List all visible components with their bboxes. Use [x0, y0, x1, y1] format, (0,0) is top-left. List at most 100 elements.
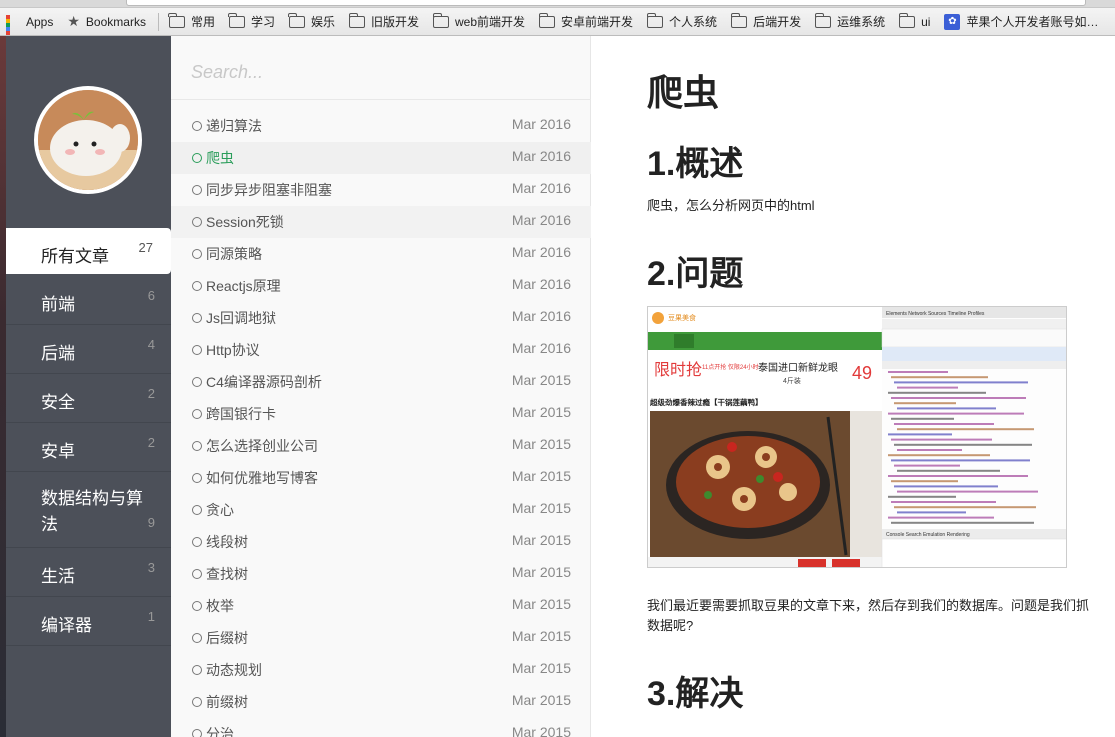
article-date: Mar 2015 [511, 564, 571, 580]
article-date: Mar 2016 [511, 340, 571, 356]
article-item[interactable]: 同源策略 Mar 2016 [171, 238, 591, 270]
code-line [897, 407, 996, 410]
article-item[interactable]: 后缀树 Mar 2015 [171, 622, 591, 654]
article-item[interactable]: 递归算法 Mar 2016 [171, 110, 591, 142]
article-item[interactable]: 线段树 Mar 2015 [171, 526, 591, 558]
circle-icon [192, 665, 202, 675]
problem-text-line-1: 我们最近要需要抓取豆果的文章下来，然后存到我们的数据库。问题是我们抓 [647, 598, 1090, 613]
category-label: 编译器 [41, 616, 92, 635]
article-item[interactable]: 前缀树 Mar 2015 [171, 686, 591, 718]
bookmark-6[interactable]: web前端开发 [427, 11, 533, 33]
article-date: Mar 2016 [511, 308, 571, 324]
article-item[interactable]: 爬虫 Mar 2016 [171, 142, 591, 174]
section-heading-solution: 3.解决 [647, 675, 744, 713]
folder-icon [432, 12, 450, 28]
bookmark-1[interactable]: ★ Bookmarks [61, 11, 154, 33]
code-line [894, 506, 1036, 509]
category-sidebar: 所有文章 27 前端 6 后端 4 安全 2 安卓 2 数据结构与算法 9 生活 3 编译器 1 [6, 36, 171, 737]
article-item[interactable]: Js回调地狱 Mar 2016 [171, 302, 591, 334]
category-label: 所有文章 [41, 247, 109, 266]
devtools-console-tabs: Console Search Emulation Rendering [886, 532, 970, 538]
search-input[interactable] [191, 60, 571, 84]
code-line [891, 376, 988, 379]
star-icon: ★ [67, 13, 80, 29]
bookmark-label: 个人系统 [669, 15, 718, 29]
circle-icon [192, 153, 202, 163]
article-title: 线段树 [206, 534, 248, 550]
article-title: 枚举 [206, 598, 234, 614]
overview-text: 爬虫，怎么分析网页中的html [647, 198, 815, 213]
category-item[interactable]: 生活 3 [6, 548, 171, 597]
category-item[interactable]: 安卓 2 [6, 423, 171, 472]
bookmark-0[interactable]: Apps [0, 11, 61, 35]
bookmark-label: 学习 [250, 15, 275, 29]
category-item[interactable]: 编译器 1 [6, 597, 171, 646]
bookmark-2[interactable]: 常用 [163, 11, 223, 33]
circle-icon [192, 505, 202, 515]
embedded-screenshot: 豆果美食 限时抢 11点开抢 仅限24小时 泰国进口新鲜龙眼 4斤装 49 超级… [647, 306, 1067, 568]
article-item[interactable]: 动态规划 Mar 2015 [171, 654, 591, 686]
article-title: 同步异步阻塞非阻塞 [206, 182, 332, 198]
code-line [891, 397, 1026, 399]
article-item[interactable]: Reactjs原理 Mar 2016 [171, 270, 591, 302]
code-line [897, 490, 1038, 493]
code-line [891, 438, 992, 441]
bookmark-5[interactable]: 旧版开发 [343, 11, 427, 33]
folder-icon [348, 12, 365, 28]
article-title: 贪心 [206, 502, 234, 518]
code-line [894, 381, 1028, 384]
bookmark-3[interactable]: 学习 [223, 11, 283, 33]
category-item[interactable]: 前端 6 [6, 276, 171, 325]
bookmark-7[interactable]: 安卓前端开发 [533, 11, 641, 33]
bookmark-8[interactable]: 个人系统 [641, 11, 725, 33]
article-item[interactable]: Http协议 Mar 2016 [171, 334, 591, 366]
code-line [894, 464, 960, 467]
folder-icon [898, 12, 916, 28]
category-count: 4 [147, 337, 155, 352]
category-count: 9 [147, 515, 155, 530]
article-item[interactable]: 贪心 Mar 2015 [171, 494, 591, 526]
bookmark-label: 安卓前端开发 [561, 15, 634, 29]
category-item[interactable]: 数据结构与算法 9 [6, 472, 171, 548]
circle-icon [192, 249, 202, 259]
category-item[interactable]: 后端 4 [6, 325, 171, 374]
article-item[interactable]: 怎么选择创业公司 Mar 2015 [171, 430, 591, 462]
bookmark-4[interactable]: 娱乐 [283, 11, 343, 33]
article-item[interactable]: 同步异步阻塞非阻塞 Mar 2016 [171, 174, 591, 206]
circle-icon [192, 409, 202, 419]
devtools-tabs: Elements Network Sources Timeline Profil… [886, 311, 985, 317]
article-title: Reactjs原理 [206, 278, 281, 294]
circle-icon [192, 377, 202, 387]
article-title: 跨国银行卡 [206, 406, 276, 422]
article-item[interactable]: 查找树 Mar 2015 [171, 558, 591, 590]
article-title: 动态规划 [206, 662, 262, 678]
address-bar[interactable] [126, 0, 1086, 6]
article-item[interactable]: 如何优雅地写博客 Mar 2015 [171, 462, 591, 494]
promo-label: 限时抢 [654, 361, 702, 379]
article-date: Mar 2015 [511, 500, 571, 516]
article-item[interactable]: C4编译器源码剖析 Mar 2015 [171, 366, 591, 398]
category-item[interactable]: 安全 2 [6, 374, 171, 423]
bookmark-9[interactable]: 后端开发 [725, 11, 809, 33]
avatar[interactable] [34, 86, 142, 194]
article-list-pane: 递归算法Mar 2016爬虫Mar 2016同步异步阻塞非阻塞Mar 2016S… [171, 36, 591, 737]
bookmark-11[interactable]: ui [893, 11, 938, 33]
bookmark-label: ui [921, 14, 931, 29]
article-content: 爬虫 1.概述 爬虫，怎么分析网页中的html 2.问题 豆果美食 限时抢 11… [592, 36, 1115, 737]
article-date: Mar 2015 [511, 468, 571, 484]
site-name: 豆果美食 [668, 313, 696, 322]
article-item[interactable]: 跨国银行卡 Mar 2015 [171, 398, 591, 430]
article-item[interactable]: 枚举 Mar 2015 [171, 590, 591, 622]
category-item[interactable]: 所有文章 27 [6, 228, 171, 274]
bookmark-10[interactable]: 运维系统 [809, 11, 893, 33]
circle-icon [192, 569, 202, 579]
category-count: 6 [147, 288, 155, 303]
bookmark-12[interactable]: ✿ 苹果个人开发者账号如… [938, 11, 1106, 33]
article-item[interactable]: 分治 Mar 2015 [171, 718, 591, 737]
article-item[interactable]: Session死锁 Mar 2016 [171, 206, 591, 238]
article-title: 如何优雅地写博客 [206, 470, 318, 486]
circle-icon [192, 185, 202, 195]
promo-item: 泰国进口新鲜龙眼 [758, 361, 838, 374]
dish-title: 超级劲爆香辣过瘾【干锅莲藕鸭】 [649, 397, 763, 407]
bookmark-label: Bookmarks [85, 14, 146, 29]
